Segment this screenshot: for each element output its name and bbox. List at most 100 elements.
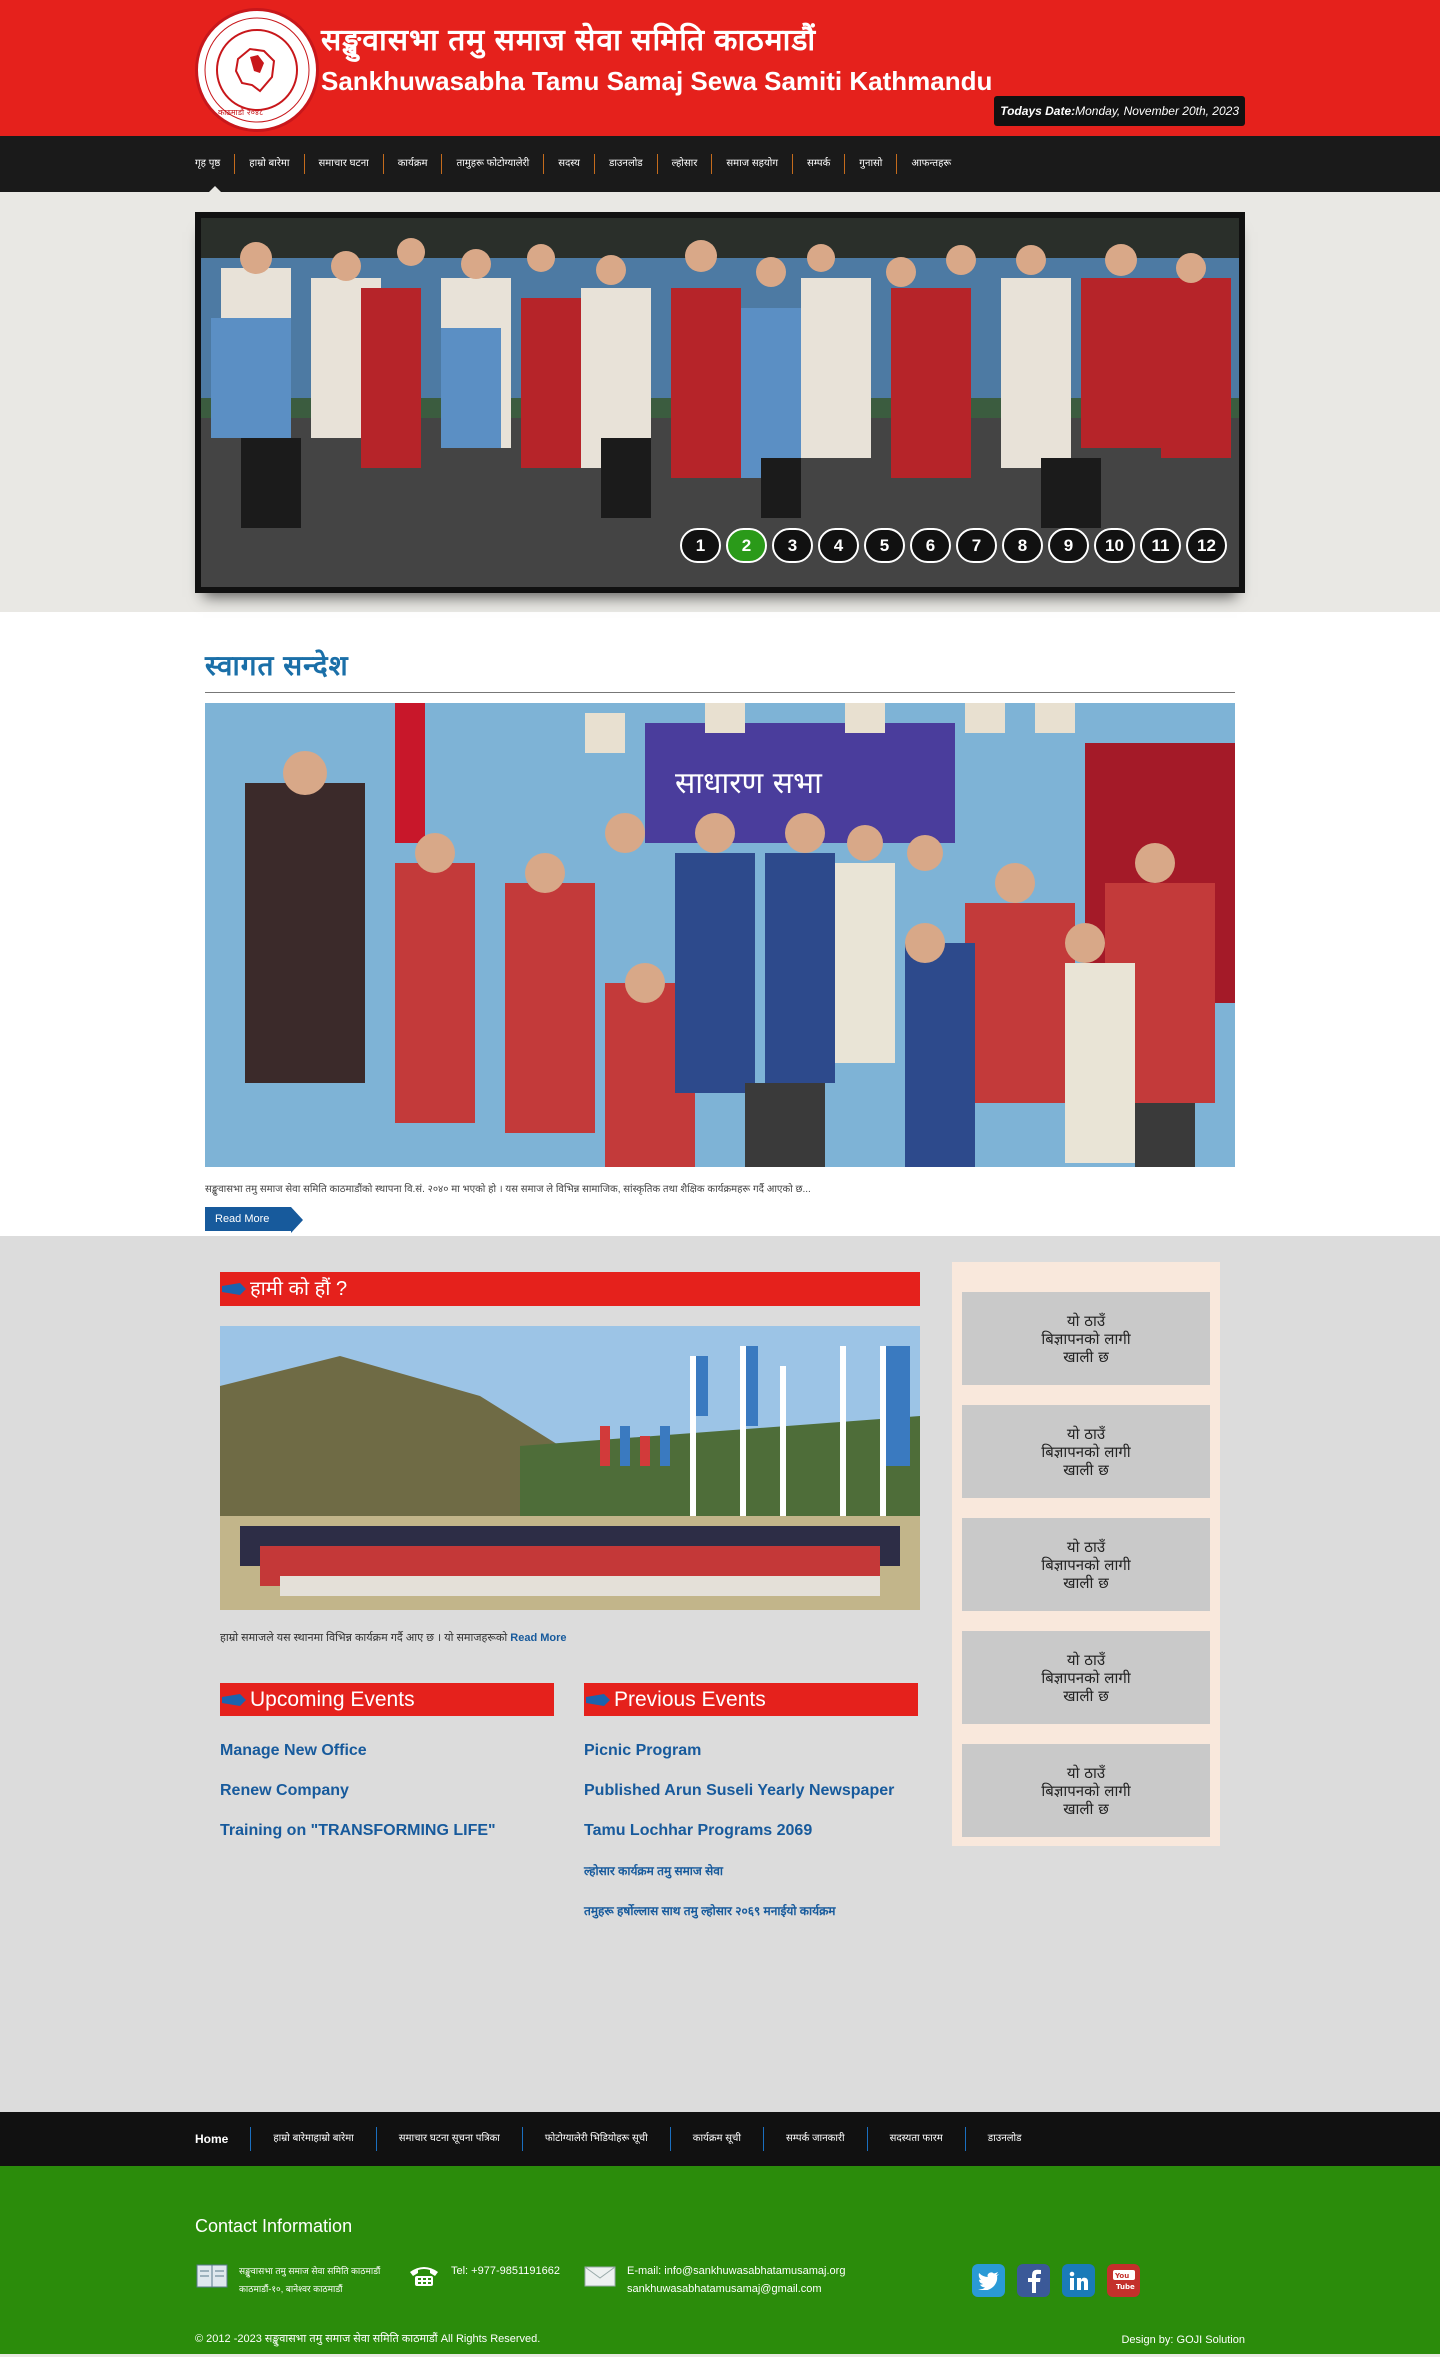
- slider-page-12[interactable]: 12: [1186, 528, 1227, 563]
- footer-nav-gallery[interactable]: फोटोग्यालेरी भिडियोहरू सूची: [523, 2127, 671, 2151]
- welcome-read-more-button[interactable]: Read More: [205, 1207, 304, 1233]
- slider-page-6[interactable]: 6: [910, 528, 951, 563]
- svg-text:काठमाडौं २०४८: काठमाडौं २०४८: [218, 107, 263, 117]
- footer-nav-download[interactable]: डाउनलोड: [966, 2127, 1044, 2151]
- phone-number: Tel: +977-9851191662: [451, 2265, 560, 2277]
- previous-event-link[interactable]: Picnic Program: [584, 1742, 701, 1759]
- envelope-icon: [584, 2266, 616, 2287]
- address-line1: सङ्खुवासभा तमु समाज सेवा समिति काठमाडौं: [239, 2266, 381, 2276]
- ad-text-line2: बिज्ञापनको लागी: [1041, 1442, 1131, 1461]
- site-header: काठमाडौं २०४८ सङ्खुवासभा तमु समाज सेवा स…: [0, 0, 1440, 136]
- footer-nav-news[interactable]: समाचार घटना सूचना पत्रिका: [377, 2127, 523, 2151]
- svg-text:साधारण सभा: साधारण सभा: [675, 766, 823, 801]
- who-we-are-excerpt: हाम्रो समाजले यस स्थानमा विभिन्न कार्यक्…: [220, 1630, 920, 1645]
- slider-page-8[interactable]: 8: [1002, 528, 1043, 563]
- nav-item-lhosar[interactable]: ल्होसार: [658, 154, 713, 174]
- upcoming-event-link[interactable]: Renew Company: [220, 1782, 349, 1799]
- previous-events: Previous Events Picnic Program Published…: [584, 1683, 918, 1942]
- copyright-text: © 2012 -2023 सङ्खुवासभा तमु समाज सेवा सम…: [195, 2333, 541, 2345]
- who-we-are-text: हाम्रो समाजले यस स्थानमा विभिन्न कार्यक्…: [220, 1632, 508, 1644]
- footer-nav-membership[interactable]: सदस्यता फारम: [868, 2127, 966, 2151]
- main-nav: गृह पृष्ठ हाम्रो बारेमा समाचार घटना कार्…: [0, 136, 1440, 194]
- previous-events-title: Previous Events: [614, 1688, 766, 1711]
- slider-page-9[interactable]: 9: [1048, 528, 1089, 563]
- ad-text-line3: खाली छ: [1063, 1686, 1109, 1705]
- email-address-1[interactable]: E-mail: info@sankhuwasabhatamusamaj.org: [627, 2262, 845, 2280]
- footer-nav-about[interactable]: हाम्रो बारेमाहाम्रो बारेमा: [251, 2127, 377, 2151]
- nav-item-download[interactable]: डाउनलोड: [595, 154, 658, 174]
- nav-item-home[interactable]: गृह पृष्ठ: [195, 154, 236, 194]
- svg-text:Tube: Tube: [1116, 2283, 1135, 2291]
- site-logo[interactable]: काठमाडौं २०४८: [195, 8, 319, 132]
- youtube-icon[interactable]: You Tube: [1107, 2264, 1140, 2297]
- ad-slot[interactable]: यो ठाउँ बिज्ञापनको लागी खाली छ: [962, 1744, 1210, 1837]
- ad-text-line2: बिज्ञापनको लागी: [1041, 1781, 1131, 1800]
- ad-text-line3: खाली छ: [1063, 1799, 1109, 1818]
- previous-event-link[interactable]: Tamu Lochhar Programs 2069: [584, 1822, 812, 1839]
- previous-event-link[interactable]: Published Arun Suseli Yearly Newspaper: [584, 1782, 894, 1799]
- who-we-are-section: हामी को हौं ? हाम्रो समाजले यस स्थानमा व…: [220, 1272, 920, 1645]
- contact-title: Contact Information: [195, 2216, 353, 2236]
- site-footer: Contact Information सङ्खुवासभा तमु समाज …: [0, 2166, 1440, 2354]
- who-we-are-read-more-link[interactable]: Read More: [510, 1632, 566, 1644]
- footer-nav-home[interactable]: Home: [195, 2127, 252, 2151]
- date-value: Monday, November 20th, 2023: [1075, 104, 1239, 118]
- twitter-icon[interactable]: [972, 2264, 1005, 2297]
- facebook-icon[interactable]: [1017, 2264, 1050, 2297]
- nav-item-programs[interactable]: कार्यक्रम: [384, 154, 443, 174]
- list-item: Renew Company: [220, 1782, 554, 1800]
- slider-page-4[interactable]: 4: [818, 528, 859, 563]
- slider-page-2[interactable]: 2: [726, 528, 767, 563]
- social-links: You Tube: [972, 2264, 1140, 2297]
- ad-slot[interactable]: यो ठाउँ बिज्ञापनको लागी खाली छ: [962, 1518, 1210, 1611]
- nav-item-contact[interactable]: सम्पर्क: [793, 154, 846, 174]
- slider-page-1[interactable]: 1: [680, 528, 721, 563]
- ad-slot[interactable]: यो ठाउँ बिज्ञापनको लागी खाली छ: [962, 1292, 1210, 1385]
- welcome-title: स्वागत सन्देश: [205, 646, 1235, 693]
- nav-item-complaint[interactable]: गुनासो: [845, 154, 898, 174]
- welcome-photo: साधारण सभा: [205, 703, 1235, 1167]
- slider-page-3[interactable]: 3: [772, 528, 813, 563]
- nav-item-support[interactable]: समाज सहयोग: [712, 154, 793, 174]
- contact-address: सङ्खुवासभा तमु समाज सेवा समिति काठमाडौं …: [195, 2262, 380, 2298]
- slider-pager: 1 2 3 4 5 6 7 8 9 10 11 12: [680, 528, 1227, 563]
- slider-page-7[interactable]: 7: [956, 528, 997, 563]
- slider-page-5[interactable]: 5: [864, 528, 905, 563]
- footer-nav-programs[interactable]: कार्यक्रम सूची: [671, 2127, 764, 2151]
- logo-emblem-icon: काठमाडौं २०४८: [204, 17, 310, 123]
- ad-slot[interactable]: यो ठाउँ बिज्ञापनको लागी खाली छ: [962, 1631, 1210, 1724]
- upcoming-events-title: Upcoming Events: [250, 1688, 415, 1711]
- upcoming-event-link[interactable]: Training on "TRANSFORMING LIFE": [220, 1822, 496, 1839]
- list-item: तमुहरू हर्षोल्लास साथ तमु ल्होसार २०६९ म…: [584, 1902, 918, 1920]
- content-left-column: हामी को हौं ? हाम्रो समाजले यस स्थानमा व…: [220, 1272, 920, 1942]
- list-item: Training on "TRANSFORMING LIFE": [220, 1822, 554, 1840]
- linkedin-icon[interactable]: [1062, 2264, 1095, 2297]
- upcoming-events-header: Upcoming Events: [220, 1683, 554, 1716]
- nav-item-about[interactable]: हाम्रो बारेमा: [235, 154, 305, 174]
- previous-event-link[interactable]: तमुहरू हर्षोल्लास साथ तमु ल्होसार २०६९ म…: [584, 1904, 835, 1918]
- image-slider[interactable]: 1 2 3 4 5 6 7 8 9 10 11 12: [195, 212, 1245, 593]
- slider-page-11[interactable]: 11: [1140, 528, 1181, 563]
- previous-event-link[interactable]: ल्होसार कार्यक्रम तमु समाज सेवा: [584, 1864, 723, 1878]
- site-title-english: Sankhuwasabha Tamu Samaj Sewa Samiti Kat…: [321, 66, 993, 96]
- ad-text-line3: खाली छ: [1063, 1573, 1109, 1592]
- ribbon-icon: [586, 1694, 610, 1706]
- svg-text:You: You: [1114, 2272, 1129, 2280]
- nav-item-members[interactable]: सदस्य: [544, 154, 595, 174]
- todays-date: Todays Date:Monday, November 20th, 2023: [994, 96, 1245, 126]
- nav-item-gallery[interactable]: तामुहरू फोटोग्यालेरी: [442, 154, 545, 174]
- list-item: ल्होसार कार्यक्रम तमु समाज सेवा: [584, 1862, 918, 1880]
- nav-item-news[interactable]: समाचार घटना: [305, 154, 384, 174]
- footer-nav-contact[interactable]: सम्पर्क जानकारी: [764, 2127, 868, 2151]
- upcoming-event-link[interactable]: Manage New Office: [220, 1742, 367, 1759]
- nav-item-relatives[interactable]: आफन्तहरू: [897, 154, 965, 174]
- ad-slot[interactable]: यो ठाउँ बिज्ञापनको लागी खाली छ: [962, 1405, 1210, 1498]
- ad-text-line3: खाली छ: [1063, 1347, 1109, 1366]
- ad-text-line1: यो ठाउँ: [1066, 1650, 1106, 1669]
- welcome-section: स्वागत सन्देश साधारण सभा सङ्खुवासभा तमु …: [0, 612, 1440, 1236]
- who-we-are-photo: [220, 1326, 920, 1610]
- email-address-2[interactable]: sankhuwasabhatamusamaj@gmail.com: [627, 2280, 845, 2298]
- ad-text-line1: यो ठाउँ: [1066, 1311, 1106, 1330]
- list-item: Manage New Office: [220, 1742, 554, 1760]
- slider-page-10[interactable]: 10: [1094, 528, 1135, 563]
